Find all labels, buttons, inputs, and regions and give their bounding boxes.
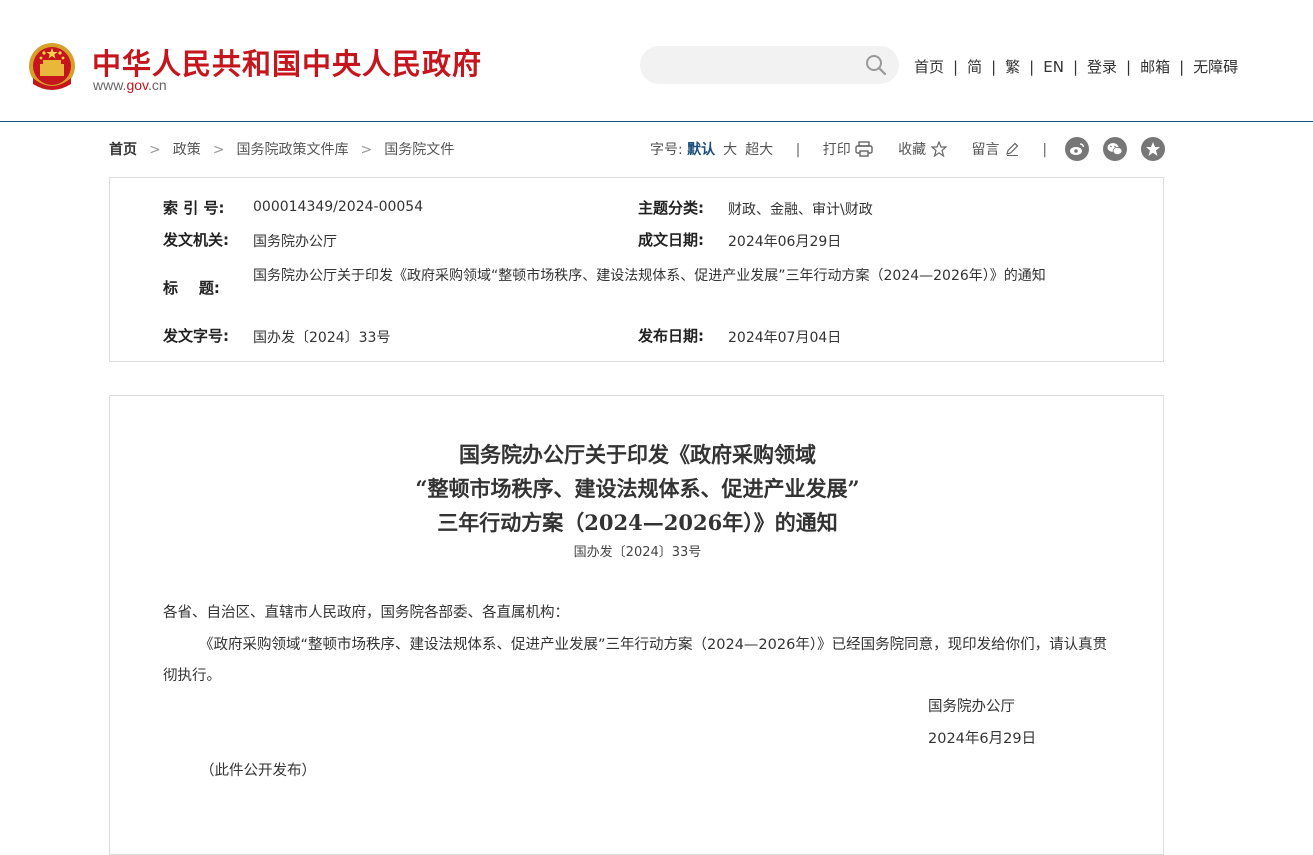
weibo-icon <box>1070 143 1085 155</box>
index-label: 索 引 号: <box>163 199 225 217</box>
signature-date: 2024年6月29日 <box>928 731 1037 747</box>
font-size-large[interactable]: 大 <box>723 142 737 158</box>
written-date-label: 成文日期: <box>638 231 704 249</box>
site-url[interactable]: www.gov.cn <box>93 77 167 93</box>
nav-english[interactable]: EN <box>1043 58 1064 76</box>
topic-value: 财政、金融、审计\财政 <box>728 202 873 218</box>
star-icon <box>930 140 948 158</box>
site-header: 中华人民共和国中央人民政府 www.gov.cn 首页 | 简 | 繁 | EN | 登录 | 邮箱… <box>0 0 1313 122</box>
nav-login[interactable]: 登录 <box>1087 58 1117 76</box>
body-paragraph: 《政府采购领域“整顿市场秩序、建设法规体系、促进产业发展”三年行动方案（2024… <box>163 637 1108 684</box>
breadcrumb-home[interactable]: 首页 <box>109 142 137 158</box>
weibo-share-button[interactable] <box>1065 137 1089 161</box>
print-button[interactable]: 打印 <box>823 141 878 158</box>
wechat-share-button[interactable] <box>1103 137 1127 161</box>
printer-icon <box>855 141 873 157</box>
title-value: 国务院办公厅关于印发《政府采购领域“整顿市场秩序、建设法规体系、促进产业发展”三… <box>253 268 1046 284</box>
article-toolbar: 字号: 默认大超大 | 打印 收藏 留言 | <box>650 140 1048 158</box>
comment-button[interactable]: 留言 <box>972 142 1025 158</box>
chevron-right-icon: > <box>212 142 225 158</box>
breadcrumb-policy-library[interactable]: 国务院政策文件库 <box>236 142 348 158</box>
font-size-default[interactable]: 默认 <box>687 142 715 158</box>
pencil-icon <box>1006 142 1019 156</box>
chevron-right-icon: > <box>360 142 373 158</box>
chevron-right-icon: > <box>149 142 161 158</box>
favorite-button[interactable]: 收藏 <box>898 140 951 158</box>
publication-note: （此件公开发布） <box>200 763 316 779</box>
nav-mail[interactable]: 邮箱 <box>1140 58 1170 76</box>
issuer-value: 国务院办公厅 <box>253 234 337 250</box>
index-value: 000014349/2024-00054 <box>253 199 424 215</box>
article-title: 国务院办公厅关于印发《政府采购领域 “整顿市场秩序、建设法规体系、促进产业发展”… <box>415 442 860 535</box>
favorite-share-button[interactable] <box>1141 137 1165 161</box>
nav-home[interactable]: 首页 <box>914 58 944 76</box>
search-icon[interactable] <box>865 54 887 76</box>
breadcrumb-policy[interactable]: 政策 <box>173 142 201 158</box>
document-metadata: 索 引 号: 000014349/2024-00054 主题分类: 财政、金融、… <box>109 177 1164 362</box>
publish-date-label: 发布日期: <box>638 327 704 345</box>
font-size-xlarge[interactable]: 超大 <box>745 142 773 158</box>
topic-label: 主题分类: <box>638 199 704 217</box>
nav-accessibility[interactable]: 无障碍 <box>1193 58 1238 76</box>
national-emblem-icon[interactable] <box>27 40 77 94</box>
publish-date-value: 2024年07月04日 <box>728 330 842 346</box>
top-nav: 首页 | 简 | 繁 | EN | 登录 | 邮箱 | 无障碍 <box>914 58 1239 76</box>
title-label: 标 题: <box>163 279 220 297</box>
written-date-value: 2024年06月29日 <box>728 234 842 250</box>
breadcrumb-state-council-docs[interactable]: 国务院文件 <box>384 142 454 158</box>
search-input[interactable] <box>640 46 899 84</box>
salutation: 各省、自治区、直辖市人民政府，国务院各部委、各直属机构： <box>163 605 569 621</box>
font-size-label: 字号: <box>650 142 683 158</box>
doc-number-value: 国办发〔2024〕33号 <box>253 330 391 346</box>
wechat-icon <box>1107 143 1123 155</box>
nav-simplified[interactable]: 简 <box>967 58 982 76</box>
nav-traditional[interactable]: 繁 <box>1005 58 1020 76</box>
doc-number-label: 发文字号: <box>163 327 229 345</box>
article-body: 国务院办公厅关于印发《政府采购领域 “整顿市场秩序、建设法规体系、促进产业发展”… <box>109 395 1164 855</box>
issuer-label: 发文机关: <box>163 231 229 249</box>
star-icon <box>1146 142 1160 156</box>
signature: 国务院办公厅 <box>928 699 1015 715</box>
article-doc-number: 国办发〔2024〕33号 <box>573 545 702 560</box>
breadcrumb: 首页 > 政策 > 国务院政策文件库 > 国务院文件 <box>109 139 454 159</box>
